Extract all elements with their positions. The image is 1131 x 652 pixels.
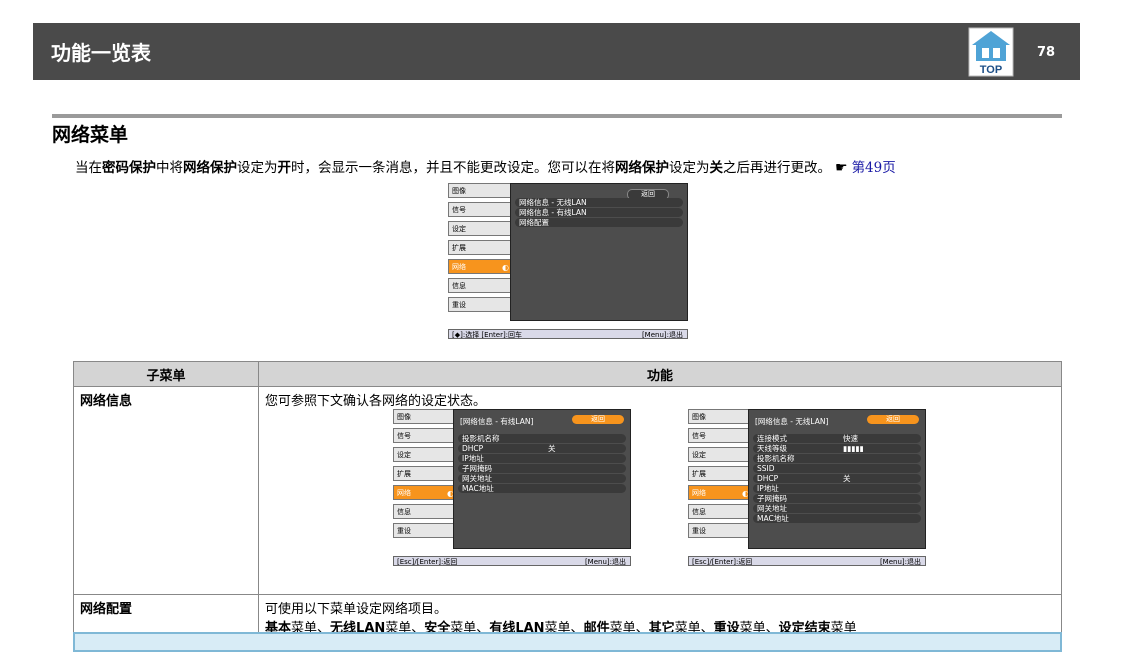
info-row: 网关地址 bbox=[458, 474, 626, 483]
page-link[interactable]: 第49页 bbox=[852, 160, 896, 176]
menu-panel: 返回 网络信息 - 无线LAN 网络信息 - 有线LAN 网络配置 bbox=[510, 183, 688, 321]
menu-tab: 图像 bbox=[393, 409, 457, 424]
info-row: 网关地址 bbox=[753, 504, 921, 513]
menu-panel: [网络信息 - 有线LAN] 返回 投影机名称 DHCP 关 IP地址 子网掩码 … bbox=[453, 409, 631, 549]
note-box bbox=[73, 632, 1062, 652]
menu-tab: 信息 bbox=[393, 504, 457, 519]
menu-tab: 扩展 bbox=[393, 466, 457, 481]
menu-status-bar: [◆]:选择 [Enter]:回车 [Menu]:退出 bbox=[448, 329, 688, 339]
table-header: 子菜单 bbox=[73, 361, 259, 387]
network-menu-screenshot: 图像 信号 设定 扩展 网络 信息 重设 返回 网络信息 - 无线LAN 网络信… bbox=[448, 183, 688, 341]
table-row-desc: 您可参照下文确认各网络的设定状态。 bbox=[258, 386, 1062, 595]
menu-tab: 设定 bbox=[688, 447, 752, 462]
table-row-key: 网络信息 bbox=[73, 386, 259, 595]
menu-panel: [网络信息 - 无线LAN] 返回 连接模式 快速 天线等级 ▮▮▮▮▮ 投影机名称… bbox=[748, 409, 926, 549]
menu-tab-active: 网络 bbox=[448, 259, 512, 275]
section-title: 网络菜单 bbox=[52, 124, 129, 146]
section-divider bbox=[52, 114, 1062, 118]
menu-tab: 重设 bbox=[448, 297, 512, 312]
menu-status-bar: [Esc]/[Enter]:返回 [Menu]:退出 bbox=[688, 556, 926, 566]
menu-tab: 信号 bbox=[448, 202, 512, 217]
back-item: 返回 bbox=[572, 415, 624, 424]
page-number: 78 bbox=[1037, 45, 1056, 60]
top-label: TOP bbox=[980, 64, 1002, 76]
menu-tab-active: 网络 bbox=[688, 485, 752, 501]
wired-lan-screenshot: 图像 信号 设定 扩展 网络 信息 重设 [网络信息 - 有线LAN] 返回 投… bbox=[393, 409, 631, 569]
menu-tab: 扩展 bbox=[688, 466, 752, 481]
info-row: 子网掩码 bbox=[458, 464, 626, 473]
info-row: MAC地址 bbox=[753, 514, 921, 523]
menu-item: 网络配置 bbox=[515, 218, 683, 227]
intro-text: 当在密码保护中将网络保护设定为开时，会显示一条消息，并且不能更改设定。您可以在将… bbox=[75, 160, 896, 176]
info-row: 子网掩码 bbox=[753, 494, 921, 503]
menu-tab: 图像 bbox=[688, 409, 752, 424]
wireless-lan-screenshot: 图像 信号 设定 扩展 网络 信息 重设 [网络信息 - 无线LAN] 返回 连… bbox=[688, 409, 926, 569]
panel-title: [网络信息 - 有线LAN] bbox=[460, 417, 534, 426]
info-row: 连接模式 快速 bbox=[753, 434, 921, 443]
top-button[interactable]: TOP bbox=[968, 27, 1014, 77]
menu-tab: 设定 bbox=[393, 447, 457, 462]
page-header: 功能一览表 TOP 78 bbox=[33, 23, 1080, 80]
menu-item: 网络信息 - 有线LAN bbox=[515, 208, 683, 217]
menu-tabs: 图像 信号 设定 扩展 网络 信息 重设 bbox=[448, 183, 512, 316]
menu-tab: 图像 bbox=[448, 183, 512, 198]
info-row: IP地址 bbox=[753, 484, 921, 493]
menu-tab-active: 网络 bbox=[393, 485, 457, 501]
menu-tab: 设定 bbox=[448, 221, 512, 236]
pointing-hand-icon: ☛ bbox=[835, 160, 848, 176]
panel-title: [网络信息 - 无线LAN] bbox=[755, 417, 829, 426]
menu-tab: 扩展 bbox=[448, 240, 512, 255]
menu-tab: 信息 bbox=[688, 504, 752, 519]
info-row: 投影机名称 bbox=[458, 434, 626, 443]
menu-tab: 重设 bbox=[393, 523, 457, 538]
info-row: IP地址 bbox=[458, 454, 626, 463]
menu-tab: 信息 bbox=[448, 278, 512, 293]
info-row: DHCP 关 bbox=[458, 444, 626, 453]
page-header-title: 功能一览表 bbox=[51, 41, 151, 65]
back-item: 返回 bbox=[867, 415, 919, 424]
info-row: 投影机名称 bbox=[753, 454, 921, 463]
menu-tab: 信号 bbox=[688, 428, 752, 443]
info-row: 天线等级 ▮▮▮▮▮ bbox=[753, 444, 921, 453]
info-row: MAC地址 bbox=[458, 484, 626, 493]
table-header: 功能 bbox=[258, 361, 1062, 387]
menu-item: 网络信息 - 无线LAN bbox=[515, 198, 683, 207]
info-row: SSID bbox=[753, 464, 921, 473]
info-row: DHCP 关 bbox=[753, 474, 921, 483]
menu-tab: 信号 bbox=[393, 428, 457, 443]
menu-status-bar: [Esc]/[Enter]:返回 [Menu]:退出 bbox=[393, 556, 631, 566]
menu-tab: 重设 bbox=[688, 523, 752, 538]
